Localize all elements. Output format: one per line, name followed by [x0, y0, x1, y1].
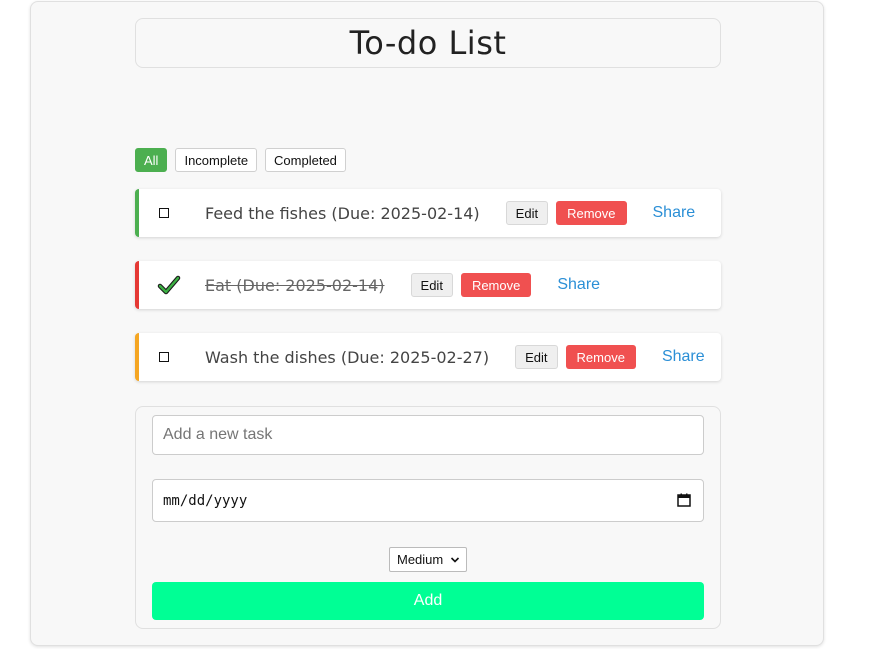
edit-button[interactable]: Edit: [505, 201, 549, 225]
filter-all-button[interactable]: All: [135, 148, 168, 172]
share-link[interactable]: Share: [557, 276, 600, 294]
task-item: Wash the dishes (Due: 2025-02-27) Edit R…: [135, 333, 721, 381]
due-date-input[interactable]: mm/dd/yyyy: [152, 479, 704, 522]
priority-select[interactable]: Medium: [389, 547, 467, 572]
priority-value: Medium: [397, 552, 444, 567]
edit-button[interactable]: Edit: [515, 345, 558, 369]
checkmark-icon[interactable]: [157, 273, 181, 297]
checkbox-icon[interactable]: [159, 352, 169, 362]
share-link[interactable]: Share: [662, 348, 705, 366]
task-text: Eat (Due: 2025-02-14): [205, 275, 385, 295]
filter-completed-button[interactable]: Completed: [265, 148, 346, 172]
edit-button[interactable]: Edit: [410, 273, 453, 297]
share-link[interactable]: Share: [653, 204, 696, 222]
date-placeholder: mm/dd/yyyy: [163, 492, 248, 509]
add-button[interactable]: Add: [152, 582, 704, 620]
task-item: Feed the fishes (Due: 2025-02-14) Edit R…: [135, 189, 721, 237]
remove-button[interactable]: Remove: [556, 201, 627, 225]
filter-bar: All Incomplete Completed: [135, 148, 346, 172]
title-box: To-do List: [135, 18, 721, 68]
task-input[interactable]: [152, 415, 704, 455]
remove-button[interactable]: Remove: [565, 345, 636, 369]
task-text: Wash the dishes (Due: 2025-02-27): [205, 347, 490, 367]
task-item: Eat (Due: 2025-02-14) Edit Remove Share: [135, 261, 721, 309]
add-task-form: mm/dd/yyyy Medium Add: [135, 406, 721, 629]
remove-button[interactable]: Remove: [460, 273, 532, 297]
checkbox-icon[interactable]: [159, 208, 169, 218]
chevron-down-icon: [450, 557, 460, 563]
calendar-icon[interactable]: [677, 493, 691, 507]
task-text: Feed the fishes (Due: 2025-02-14): [205, 203, 480, 223]
page-title: To-do List: [349, 24, 507, 62]
filter-incomplete-button[interactable]: Incomplete: [175, 148, 258, 172]
